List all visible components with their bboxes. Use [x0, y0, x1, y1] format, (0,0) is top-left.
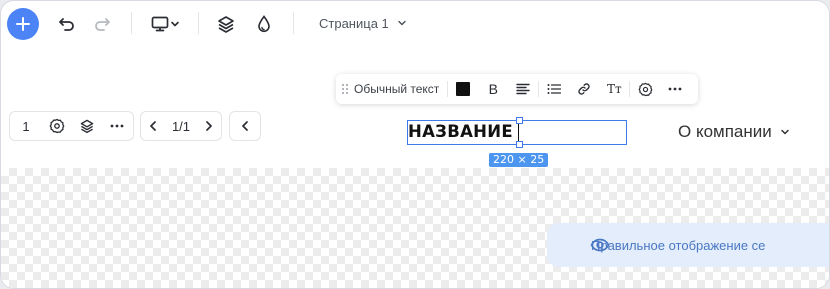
- gear-icon: [638, 82, 653, 96]
- prev-button[interactable]: [141, 112, 165, 140]
- page-select[interactable]: Страница 1: [319, 13, 407, 33]
- chevron-left-icon: [242, 121, 248, 131]
- page-select-label: Страница 1: [319, 15, 389, 31]
- pagination-label: 1/1: [171, 118, 191, 134]
- text-format-toolbar: Обычный текст B Tт: [336, 74, 698, 104]
- text-style-select[interactable]: Обычный текст: [354, 74, 447, 104]
- bold-button[interactable]: B: [478, 74, 508, 104]
- nav-menu-label: О компании: [678, 122, 772, 141]
- more-icon: [110, 124, 124, 128]
- editor-window: Страница 1 1 1/1 Обычный текст B Tт НАЗВ…: [0, 0, 830, 289]
- plus-icon: [16, 17, 30, 31]
- list-icon: [547, 84, 562, 94]
- list-button[interactable]: [539, 74, 569, 104]
- title-text-element[interactable]: НАЗВАНИЕ: [407, 117, 627, 148]
- chevron-left-icon: [150, 121, 156, 131]
- preview-notice[interactable]: Правильное отображение се: [547, 223, 829, 267]
- styles-button[interactable]: [252, 12, 276, 36]
- site-title: НАЗВАНИЕ: [408, 122, 513, 141]
- undo-button[interactable]: [55, 12, 79, 36]
- top-toolbar: Страница 1: [1, 1, 829, 47]
- undo-icon: [59, 18, 74, 31]
- redo-button[interactable]: [90, 12, 114, 36]
- text-color-button[interactable]: [448, 74, 478, 104]
- link-button[interactable]: [569, 74, 599, 104]
- collapse-panel: [229, 111, 261, 141]
- align-left-icon: [516, 83, 530, 95]
- next-button[interactable]: [197, 112, 221, 140]
- collapse-button[interactable]: [230, 112, 260, 140]
- block-more-button[interactable]: [102, 112, 132, 140]
- text-more-button[interactable]: [660, 74, 690, 104]
- chevron-right-icon: [206, 121, 212, 131]
- chevron-down-icon: [398, 20, 406, 26]
- resize-handle-bottom[interactable]: [516, 141, 523, 148]
- size-badge: 220 × 25: [489, 153, 549, 167]
- more-icon: [668, 87, 682, 91]
- device-select-button[interactable]: [147, 12, 183, 36]
- color-swatch: [456, 82, 471, 96]
- layers-icon: [218, 16, 234, 33]
- redo-icon: [95, 18, 110, 31]
- text-caret: [518, 124, 519, 142]
- layers-button[interactable]: [214, 12, 238, 36]
- drag-icon: [342, 84, 348, 94]
- monitor-icon: [151, 16, 169, 32]
- toolbar-divider: [198, 12, 199, 34]
- drop-icon: [258, 15, 270, 33]
- block-controls: 1: [9, 111, 134, 141]
- header-block: [1, 47, 829, 168]
- chevron-down-icon: [171, 21, 179, 27]
- resize-handle-top[interactable]: [516, 117, 523, 124]
- toolbar-divider: [293, 12, 294, 34]
- font-size-button[interactable]: Tт: [599, 74, 629, 104]
- block-layers-button[interactable]: [72, 112, 102, 140]
- block-number: 1: [22, 118, 30, 134]
- toolbar-divider: [131, 12, 132, 34]
- link-icon: [578, 83, 590, 95]
- chevron-down-icon: [781, 129, 789, 135]
- nav-menu-item[interactable]: О компании: [678, 122, 790, 142]
- block-pagination: 1/1: [140, 111, 222, 141]
- align-button[interactable]: [508, 74, 538, 104]
- add-block-button[interactable]: [7, 8, 39, 40]
- drag-handle[interactable]: [336, 74, 354, 104]
- gear-icon: [49, 118, 65, 134]
- eye-icon: [590, 238, 610, 252]
- block-settings-button[interactable]: [42, 112, 72, 140]
- text-settings-button[interactable]: [630, 74, 660, 104]
- notice-text: Правильное отображение се: [591, 237, 766, 253]
- layers-icon: [80, 119, 94, 134]
